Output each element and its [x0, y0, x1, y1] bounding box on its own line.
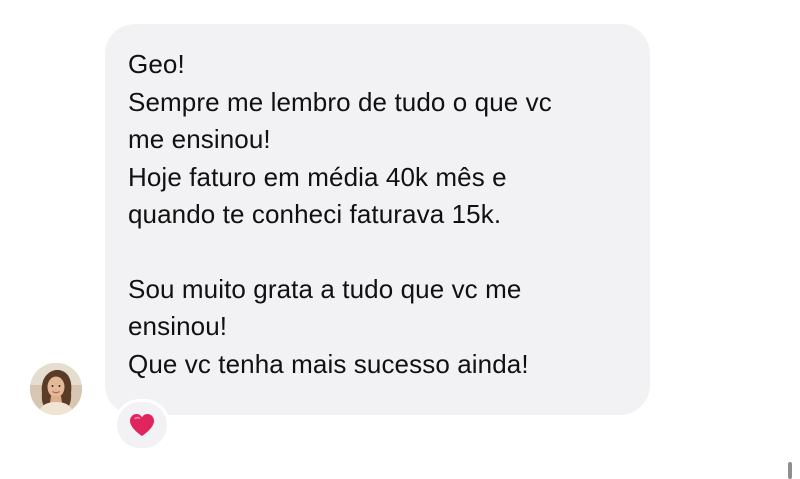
- message-line: me ensinou!: [128, 124, 271, 154]
- message-line: quando te conheci faturava 15k.: [128, 199, 502, 229]
- message-line: Que vc tenha mais sucesso ainda!: [128, 348, 529, 379]
- message-line: Sempre me lembro de tudo o que vc: [128, 86, 552, 117]
- red-heart-icon: [130, 414, 154, 436]
- avatar-photo: [30, 363, 82, 415]
- message-line: Hoje faturo em média 40k mês e: [128, 161, 507, 192]
- message-line: Geo!: [128, 49, 185, 79]
- message-line: Sou muito grata a tudo que vc me: [128, 273, 522, 304]
- scrollbar[interactable]: [788, 462, 792, 479]
- avatar[interactable]: [30, 363, 82, 415]
- reaction-badge[interactable]: [117, 402, 167, 448]
- message-line: ensinou!: [128, 311, 228, 341]
- message-bubble[interactable]: Geo! Sempre me lembro de tudo o que vc m…: [105, 24, 650, 415]
